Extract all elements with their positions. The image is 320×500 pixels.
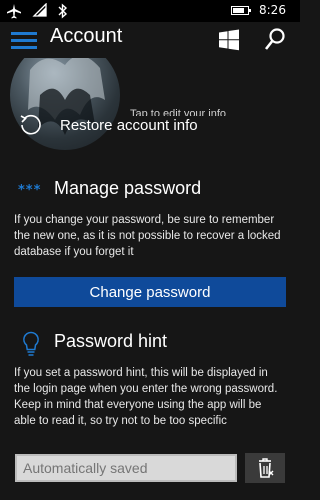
password-hint-description: If you set a password hint, this will be…: [14, 367, 278, 427]
password-hint-heading: Password hint: [54, 331, 168, 351]
restore-account-button[interactable]: Restore account info: [18, 113, 198, 137]
search-icon[interactable]: [264, 28, 286, 52]
clear-hint-button[interactable]: [245, 453, 285, 483]
wifi-icon: [32, 3, 47, 17]
hamburger-icon[interactable]: [11, 29, 37, 51]
windows-icon[interactable]: [218, 29, 240, 51]
clear-icon: [259, 458, 274, 478]
restore-account-label: Restore account info: [60, 116, 198, 134]
status-bar: 8:26: [0, 0, 300, 22]
app-bar: Account: [0, 22, 300, 58]
clock: 8:26: [259, 3, 286, 17]
page-title: Account: [50, 25, 123, 47]
lightbulb-icon: [23, 331, 39, 356]
manage-password-heading: Manage password: [54, 178, 202, 198]
password-hint-input[interactable]: [15, 454, 237, 482]
manage-password-description: If you change your password, be sure to …: [14, 214, 281, 258]
change-password-button[interactable]: Change password: [14, 277, 286, 307]
battery-icon: [231, 6, 251, 15]
password-dots-icon: ***: [18, 183, 42, 198]
airplane-icon: [7, 4, 21, 19]
bluetooth-icon: [58, 3, 68, 19]
restore-icon: [20, 114, 41, 135]
